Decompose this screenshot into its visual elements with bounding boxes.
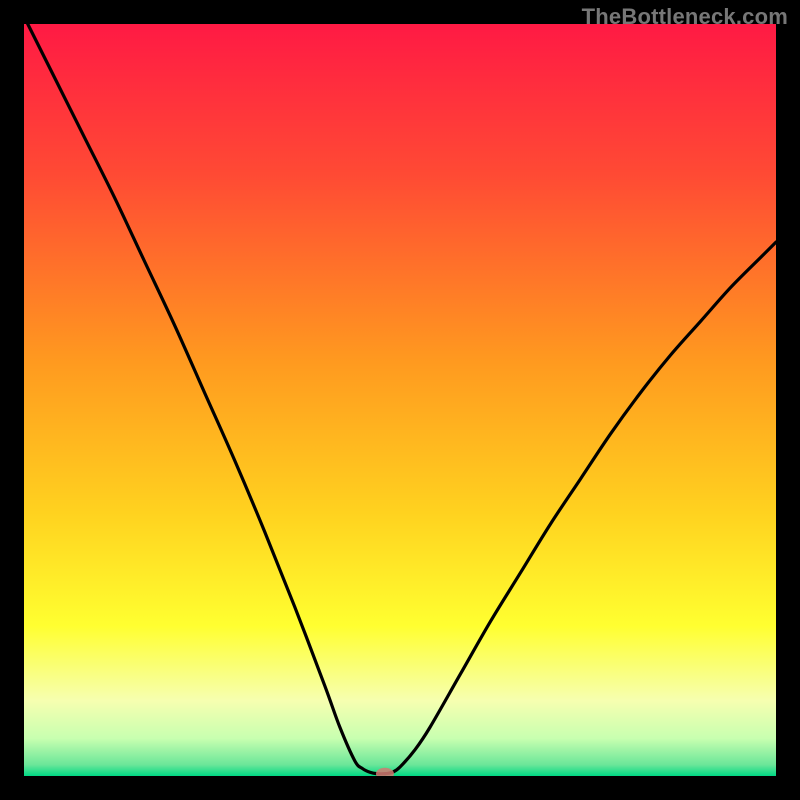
plot-area <box>24 24 776 776</box>
gradient-background <box>24 24 776 776</box>
bottleneck-chart <box>24 24 776 776</box>
chart-frame: TheBottleneck.com <box>0 0 800 800</box>
